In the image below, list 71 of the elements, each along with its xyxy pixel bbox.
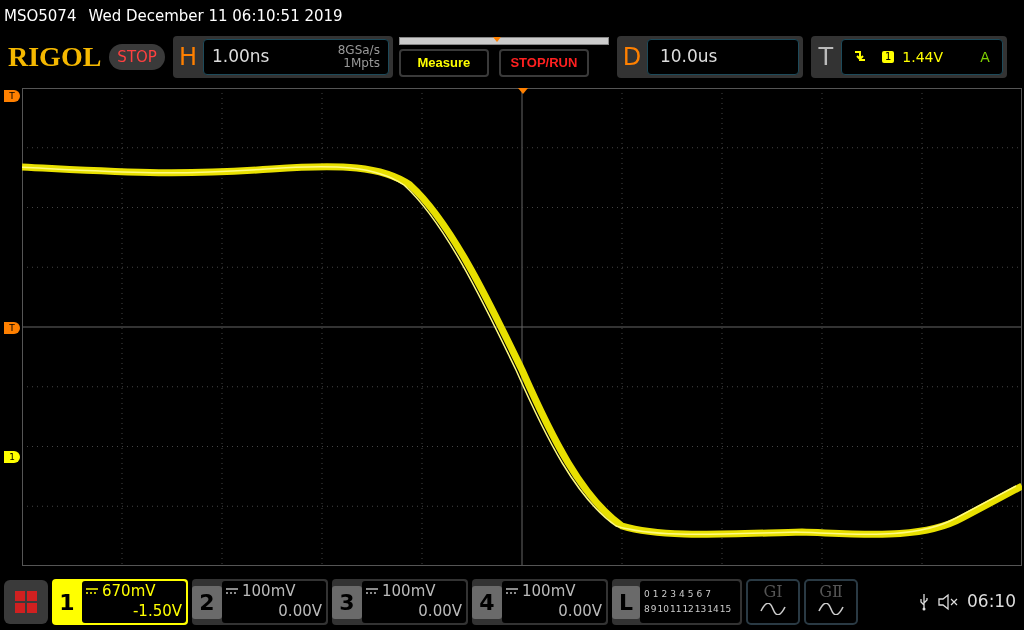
logic-channel-number: 0 (644, 587, 650, 601)
horizontal-panel[interactable]: H 1.00ns 8GSa/s 1Mpts (172, 36, 393, 78)
sample-rate: 8GSa/s (337, 44, 380, 57)
trigger-position-marker (518, 88, 528, 94)
logic-panel[interactable]: L 0 1 2 3 4 5 6 7 8 9 10 11 12 13 14 15 (612, 579, 742, 625)
vertical-offset: 0.00V (558, 601, 602, 621)
stop-run-button[interactable]: STOP/RUN (498, 49, 589, 77)
channel-offset-marker: 1 (4, 451, 20, 463)
logic-channel-number: 12 (682, 603, 694, 616)
dc-coupling-icon (366, 588, 378, 594)
trigger-panel[interactable]: T 1 1.44V A (810, 36, 1007, 78)
channel-panel[interactable]: 1 670mV -1.50V (52, 579, 188, 625)
channel-number: 2 (192, 585, 222, 619)
logic-channel-number: 4 (678, 587, 685, 601)
memory-depth: 1Mpts (343, 57, 380, 70)
logo: RIGOL (8, 40, 102, 74)
menu-button[interactable] (4, 580, 48, 624)
model-name: MSO5074 (4, 5, 77, 27)
logic-channel-number: 6 (696, 587, 703, 601)
trigger-label: T (817, 42, 835, 73)
horizontal-label: H (177, 42, 198, 73)
logic-channel-number: 5 (687, 587, 694, 601)
trigger-position-marker: T (4, 90, 20, 102)
logic-channel-number: 1 (652, 587, 659, 601)
timebase-value: 1.00ns (211, 45, 270, 69)
clock-time: 06:10 (967, 590, 1016, 614)
sine-wave-icon (760, 603, 786, 615)
channel-number: 3 (332, 585, 362, 619)
channel-number: 4 (472, 585, 502, 619)
vertical-scale: 670mV (102, 581, 156, 601)
date-time: Wed December 11 06:10:51 2019 (88, 5, 343, 27)
vertical-scale: 100mV (522, 581, 576, 601)
logic-channel-number: 14 (707, 603, 719, 616)
measure-button[interactable]: Measure (398, 49, 489, 77)
sine-wave-icon (818, 603, 844, 615)
logic-channel-number: 2 (661, 587, 668, 601)
trigger-level-marker: T (4, 322, 20, 334)
logic-channel-number: 8 (644, 603, 650, 616)
delay-panel[interactable]: D 10.0us (616, 36, 803, 78)
channel-panel[interactable]: 2 100mV 0.00V (192, 579, 328, 625)
logic-channel-number: 3 (670, 587, 676, 601)
dc-coupling-icon (86, 588, 98, 594)
logic-channel-number: 15 (719, 603, 732, 616)
trigger-mode: A (980, 47, 990, 67)
vertical-offset: -1.50V (132, 601, 182, 621)
vertical-scale: 100mV (382, 581, 436, 601)
logic-channel-number: 7 (705, 587, 711, 601)
vertical-scale: 100mV (242, 581, 296, 601)
usb-icon (919, 593, 929, 611)
channel-panel[interactable]: 3 100mV 0.00V (332, 579, 468, 625)
delay-value: 10.0us (659, 45, 718, 69)
logic-channel-number: 9 (650, 603, 657, 616)
falling-edge-icon (853, 50, 866, 64)
channel-number: 1 (58, 588, 76, 617)
dc-coupling-icon (226, 588, 238, 594)
delay-label: D (621, 42, 643, 73)
run-state: STOP (109, 43, 165, 71)
logic-label: L (612, 585, 640, 619)
logic-channel-number: 10 (657, 603, 669, 616)
generator-label: GI (763, 581, 783, 603)
vertical-offset: 0.00V (418, 601, 462, 621)
vertical-offset: 0.00V (278, 601, 322, 621)
trigger-source: 1 (881, 51, 895, 63)
grid-menu-icon (14, 590, 38, 614)
logic-channel-number: 11 (669, 603, 682, 616)
mute-icon (937, 593, 959, 611)
dc-coupling-icon (506, 588, 518, 594)
channel-panel[interactable]: 4 100mV 0.00V (472, 579, 608, 625)
logic-channel-number: 13 (694, 603, 707, 616)
trigger-level: 1.44V (902, 47, 944, 67)
generator-label: GⅡ (819, 581, 843, 603)
